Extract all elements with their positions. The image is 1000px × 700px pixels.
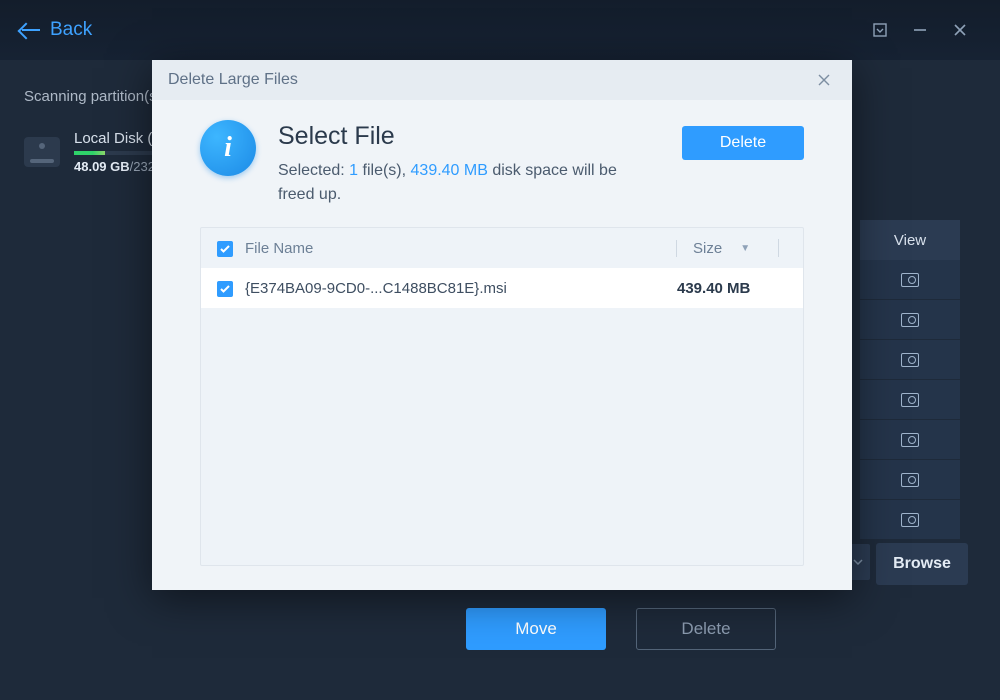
open-folder-button[interactable] [860, 340, 960, 380]
back-label: Back [50, 19, 92, 41]
file-table-header: File Name Size ▼ [201, 228, 803, 268]
select-all-checkbox[interactable] [217, 241, 233, 257]
folder-search-icon [901, 393, 919, 407]
open-folder-button[interactable] [860, 420, 960, 460]
folder-search-icon [901, 313, 919, 327]
file-table: File Name Size ▼ {E374BA09-9CD0-...C1488… [200, 227, 804, 566]
dialog-delete-button[interactable]: Delete [682, 126, 804, 160]
browse-button[interactable]: Browse [876, 543, 968, 585]
open-folder-button[interactable] [860, 460, 960, 500]
row-checkbox[interactable] [217, 281, 233, 297]
open-folder-button[interactable] [860, 300, 960, 340]
dialog-heading: Select File [278, 122, 660, 151]
disk-icon [24, 137, 60, 167]
dialog-subheading: Selected: 1 file(s), 439.40 MB disk spac… [278, 159, 638, 207]
move-button[interactable]: Move [466, 608, 606, 650]
dropdown-window-icon[interactable] [860, 10, 900, 50]
folder-search-icon [901, 433, 919, 447]
file-table-empty [201, 308, 803, 565]
file-name-cell: {E374BA09-9CD0-...C1488BC81E}.msi [245, 280, 667, 297]
info-icon: i [200, 120, 256, 176]
open-folder-button[interactable] [860, 380, 960, 420]
bg-column-view[interactable]: View [860, 220, 960, 260]
folder-search-icon [901, 513, 919, 527]
delete-button-bg[interactable]: Delete [636, 608, 776, 650]
minimize-icon[interactable] [900, 10, 940, 50]
folder-search-icon [901, 353, 919, 367]
dialog-header: i Select File Selected: 1 file(s), 439.4… [152, 100, 852, 215]
delete-large-files-dialog: Delete Large Files i Select File Selecte… [152, 60, 852, 590]
column-header-name[interactable]: File Name [245, 240, 677, 257]
folder-search-icon [901, 473, 919, 487]
sort-desc-icon: ▼ [740, 243, 750, 254]
dialog-title: Delete Large Files [168, 71, 298, 89]
file-row[interactable]: {E374BA09-9CD0-...C1488BC81E}.msi 439.40… [201, 268, 803, 308]
close-icon[interactable] [940, 10, 980, 50]
open-folder-button[interactable] [860, 500, 960, 540]
dialog-close-icon[interactable] [812, 68, 836, 92]
dialog-titlebar: Delete Large Files [152, 60, 852, 100]
titlebar: Back [0, 0, 1000, 60]
scanning-label: Scanning partition(s): [24, 88, 166, 105]
column-header-size[interactable]: Size ▼ [677, 239, 787, 257]
open-folder-button[interactable] [860, 260, 960, 300]
file-size-cell: 439.40 MB [667, 280, 787, 297]
back-arrow-icon [20, 24, 42, 36]
back-button[interactable]: Back [20, 19, 92, 41]
folder-search-icon [901, 273, 919, 287]
bg-rows [860, 260, 960, 540]
